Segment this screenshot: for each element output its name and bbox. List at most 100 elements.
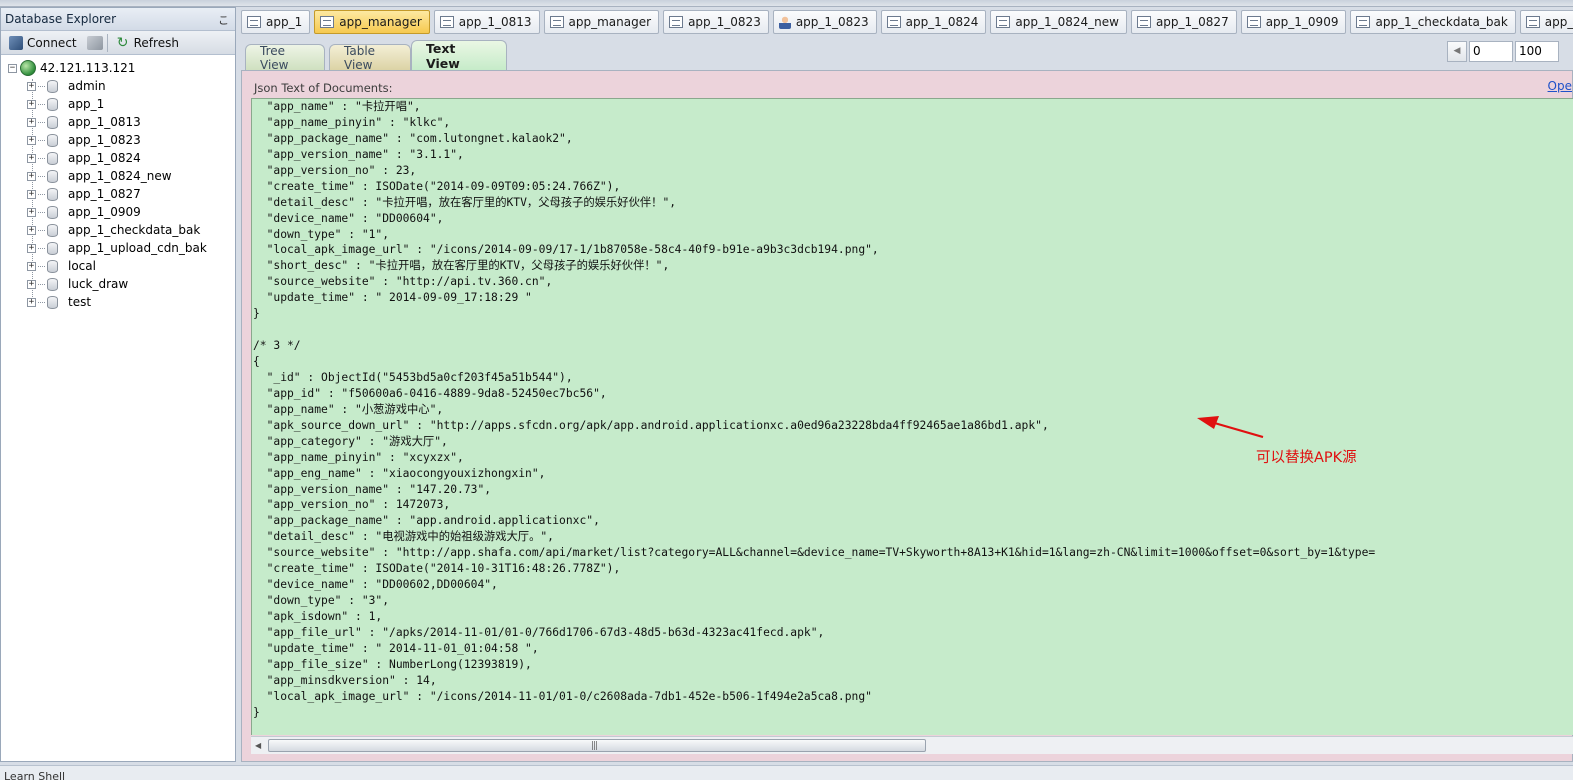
json-line: "down_type" : "1",	[253, 227, 390, 241]
db-label: app_1_0909	[68, 205, 141, 219]
tree-server-node[interactable]: − 42.121.113.121	[1, 59, 235, 77]
server-label: 42.121.113.121	[40, 61, 136, 75]
previous-page-button[interactable]: ◀	[1447, 40, 1467, 62]
document-tab-strip: app_1 app_manager app_1_0813 app_manager app…	[241, 10, 1573, 36]
tab-tree-view[interactable]: Tree View	[245, 44, 325, 72]
bottom-panel-label[interactable]: Learn Shell	[4, 770, 65, 780]
json-line: "create_time" : ISODate("2014-09-09T09:0…	[253, 179, 621, 193]
scrollbar-grip: |||	[591, 741, 598, 751]
tree-db-node[interactable]: + app_1_0909	[1, 203, 235, 221]
connect-button[interactable]: Connect	[5, 33, 81, 53]
limit-input[interactable]	[1515, 40, 1559, 62]
tree-db-node[interactable]: + luck_draw	[1, 275, 235, 293]
expand-icon[interactable]: +	[27, 171, 36, 181]
database-icon	[47, 151, 58, 165]
scrollbar-thumb[interactable]: |||	[268, 739, 926, 752]
json-line: "local_apk_image_url" : "/icons/2014-11-…	[253, 689, 872, 703]
expand-icon[interactable]: +	[27, 117, 36, 127]
expand-icon[interactable]: +	[27, 99, 36, 109]
doc-tab-label: app_1_0823	[795, 15, 869, 29]
db-label: local	[68, 259, 96, 273]
db-label: app_1	[68, 97, 105, 111]
doc-tab-label: app_1	[266, 15, 303, 29]
expand-icon[interactable]: +	[27, 243, 36, 253]
db-label: app_1_0827	[68, 187, 141, 201]
json-line: "short_desc" : "卡拉开唱，放在客厅里的KTV，父母孩子的娱乐好伙…	[253, 259, 670, 273]
expand-icon[interactable]: +	[27, 207, 36, 217]
expand-icon[interactable]: +	[27, 297, 36, 307]
tree-db-node[interactable]: + app_1_0813	[1, 113, 235, 131]
tree-db-node[interactable]: + app_1_0823	[1, 131, 235, 149]
doc-tab-label: app_1_0824	[905, 15, 979, 29]
scroll-left-icon[interactable]: ◀	[255, 741, 261, 750]
pin-icon[interactable]: こ	[218, 12, 229, 28]
doc-tab-label: app_1_0813	[458, 15, 532, 29]
tree-db-node[interactable]: + admin	[1, 77, 235, 95]
json-line: "apk_source_down_url" : "http://apps.sfc…	[253, 418, 1049, 432]
doc-tab-label: app_1_checkdata_bak	[1375, 15, 1508, 29]
doc-tab-label: app_1_0823	[688, 15, 761, 29]
doc-tab-label: app_1_0827	[1155, 15, 1229, 29]
database-icon	[47, 259, 58, 273]
tree-db-node[interactable]: + app_1_0824_new	[1, 167, 235, 185]
doc-tab[interactable]: app_1_checkdata_bak	[1350, 10, 1516, 34]
doc-tab[interactable]: app_1_0827	[1130, 10, 1237, 34]
doc-tab[interactable]: app_1_0823	[663, 10, 769, 34]
open-link[interactable]: Ope	[1548, 79, 1572, 93]
json-line: "source_website" : "http://app.shafa.com…	[253, 546, 1376, 560]
json-line: "down_type" : "3",	[253, 594, 390, 608]
collapse-icon[interactable]: −	[8, 63, 17, 73]
doc-tab[interactable]: app_manager	[314, 10, 430, 34]
doc-tab[interactable]: app_1_0824	[880, 10, 987, 34]
skip-input[interactable]	[1469, 40, 1513, 62]
doc-tab[interactable]: app_1_0823	[772, 10, 877, 34]
expand-icon[interactable]: +	[27, 135, 36, 145]
json-line: "app_name" : "卡拉开唱",	[253, 100, 421, 113]
disconnect-icon[interactable]	[86, 35, 103, 50]
json-line: "detail_desc" : "电视游戏中的始祖级游戏大厅。",	[253, 530, 554, 544]
db-label: luck_draw	[68, 277, 129, 291]
db-label: app_1_checkdata_bak	[68, 223, 201, 237]
tab-table-view[interactable]: Table View	[329, 44, 411, 72]
tree-db-node[interactable]: + local	[1, 257, 235, 275]
doc-tab[interactable]: app_1_0824_new	[990, 10, 1127, 34]
tab-text-view[interactable]: Text View	[411, 40, 507, 71]
json-text-area[interactable]: "app_name" : "卡拉开唱", "app_name_pinyin" :…	[251, 98, 1573, 735]
tree-connector	[38, 175, 45, 177]
document-icon	[886, 16, 901, 28]
json-text: "app_name" : "卡拉开唱", "app_name_pinyin" :…	[252, 99, 1573, 721]
json-line: "app_file_url" : "/apks/2014-11-01/01-0/…	[253, 625, 825, 639]
tree-connector	[38, 211, 45, 213]
database-icon	[47, 115, 58, 129]
doc-tab[interactable]: app_1_0909	[1240, 10, 1347, 34]
expand-icon[interactable]: +	[27, 81, 36, 91]
doc-tab[interactable]: app_1_0813	[433, 10, 540, 34]
expand-icon[interactable]: +	[27, 279, 36, 289]
doc-tab[interactable]: app_1_upload_cdn_bak	[1519, 10, 1573, 34]
doc-tab[interactable]: app_1	[241, 10, 311, 34]
tree-db-node[interactable]: + app_1_0824	[1, 149, 235, 167]
document-icon	[669, 16, 684, 28]
json-line: "source_website" : "http://api.tv.360.cn…	[253, 275, 553, 289]
json-line: }	[253, 705, 260, 719]
tree-db-node[interactable]: + test	[1, 293, 235, 311]
doc-tab-label: app_1_0909	[1265, 15, 1339, 29]
expand-icon[interactable]: +	[27, 261, 36, 271]
json-line: "apk_isdown" : 1,	[253, 610, 383, 623]
tree-db-node[interactable]: + app_1	[1, 95, 235, 113]
horizontal-scrollbar[interactable]: ◀ |||	[251, 736, 1573, 754]
tree-db-node[interactable]: + app_1_checkdata_bak	[1, 221, 235, 239]
database-icon	[47, 79, 58, 93]
view-tabs: Tree View Table View Text View	[241, 40, 941, 72]
refresh-button[interactable]: ↻ Refresh	[112, 33, 183, 53]
refresh-icon: ↻	[116, 34, 129, 51]
tree-db-node[interactable]: + app_1_0827	[1, 185, 235, 203]
expand-icon[interactable]: +	[27, 225, 36, 235]
expand-icon[interactable]: +	[27, 189, 36, 199]
expand-icon[interactable]: +	[27, 153, 36, 163]
json-line: "app_file_size" : NumberLong(12393819),	[253, 657, 532, 671]
json-line: "local_apk_image_url" : "/icons/2014-09-…	[253, 243, 879, 257]
tree-db-node[interactable]: + app_1_upload_cdn_bak	[1, 239, 235, 257]
tree-connector	[38, 121, 45, 123]
doc-tab[interactable]: app_manager	[543, 10, 660, 34]
